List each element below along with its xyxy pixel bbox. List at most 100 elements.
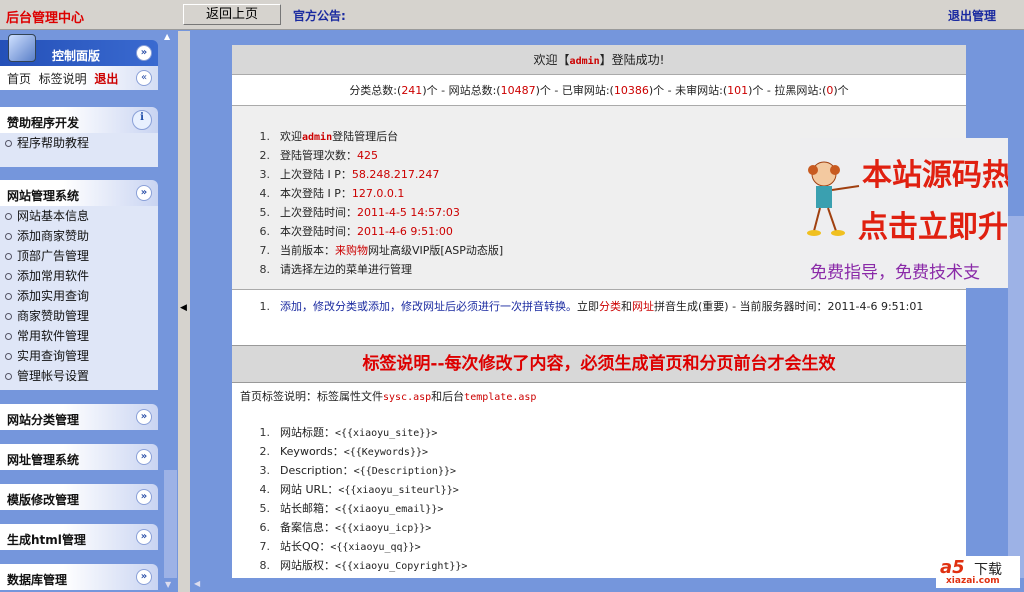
panel-control-header[interactable]: 控制面版 »: [0, 34, 158, 66]
item-number: 1.: [259, 300, 271, 313]
panel-title: 数据库管理: [7, 573, 68, 587]
category-pinyin-link[interactable]: 分类: [599, 300, 621, 313]
sidebar-item[interactable]: 网站基本信息: [0, 206, 158, 226]
scroll-down-arrow-icon[interactable]: ▼: [165, 580, 171, 589]
main-scroll-thumb[interactable]: [1008, 31, 1024, 216]
tag-item: 5. 站长邮箱：<{{xiaoyu_email}}>: [252, 499, 966, 518]
scroll-left-arrow-icon[interactable]: ◀: [194, 579, 200, 588]
main-content: 欢迎【admin】登陆成功! 分类总数:(241)个 - 网站总数:(10487…: [232, 45, 966, 578]
sidebar-scroll-thumb[interactable]: [164, 470, 177, 578]
info-icon: i: [132, 110, 152, 130]
info-label: 当前版本：: [280, 244, 335, 257]
panel-sponsor-header[interactable]: 赞助程序开发 i: [0, 107, 158, 133]
computer-icon: [8, 34, 36, 62]
tag-code: <{{Keywords}}>: [343, 447, 429, 458]
panel-url-header[interactable]: 网址管理系统 »: [0, 444, 158, 470]
panel-category-header[interactable]: 网站分类管理 »: [0, 404, 158, 430]
panel-title: 模版修改管理: [7, 493, 80, 507]
back-button[interactable]: 返回上页: [183, 4, 281, 25]
notice-label: 官方公告:: [293, 9, 346, 23]
panel-title: 网址管理系统: [7, 453, 80, 467]
sidebar-item-help[interactable]: 程序帮助教程: [0, 133, 158, 153]
chevron-down-icon[interactable]: »: [136, 449, 152, 465]
scroll-up-arrow-icon[interactable]: ▲: [164, 32, 170, 41]
stat-value: 101: [727, 84, 749, 97]
tag-label: 备案信息：: [280, 521, 335, 534]
item-number: 3.: [259, 464, 271, 477]
item-number: 1.: [259, 130, 271, 143]
tag-code: <{{xiaoyu_siteurl}}>: [338, 485, 459, 496]
info-label: 上次登陆时间：: [280, 206, 357, 219]
chevron-left-icon[interactable]: «: [136, 70, 152, 86]
item-number: 8.: [259, 559, 271, 572]
url-pinyin-link[interactable]: 网址: [632, 300, 654, 313]
sidebar-item[interactable]: 添加实用查询: [0, 286, 158, 306]
tag-item: 8. 网站版权：<{{xiaoyu_Copyright}}>: [252, 556, 966, 575]
link-exit[interactable]: 退出: [94, 72, 118, 86]
ad-banner[interactable]: 本站源码热 点击立即升 免费指导，免费技术支: [800, 138, 1008, 288]
tip-text: 立即: [577, 300, 599, 313]
stat-label: 拉黑网站:(: [774, 84, 827, 97]
logout-link[interactable]: 退出管理: [948, 7, 996, 24]
info-label: 请选择左边的菜单进行管理: [280, 263, 412, 276]
sidebar-item[interactable]: 添加常用软件: [0, 266, 158, 286]
stat-suffix: )个 -: [748, 84, 775, 97]
tag-item: 2. Keywords：<{{Keywords}}>: [252, 442, 966, 461]
sidebar-item[interactable]: 添加商家赞助: [0, 226, 158, 246]
info-label: 登陆管理次数：: [280, 149, 357, 162]
tag-item: 7. 站长QQ：<{{xiaoyu_qq}}>: [252, 537, 966, 556]
cartoon-girl-icon: [807, 161, 860, 236]
chevron-down-icon[interactable]: »: [136, 489, 152, 505]
info-tail: 网址高级VIP版[ASP动态版]: [368, 244, 504, 257]
chevron-down-icon[interactable]: »: [136, 409, 152, 425]
info-value: admin: [302, 132, 333, 143]
chevron-down-icon[interactable]: »: [136, 45, 152, 61]
tag-label: 站长QQ：: [280, 540, 331, 553]
sidebar-toggle-splitter[interactable]: ◀: [178, 31, 190, 592]
tag-code: <{{xiaoyu_Copyright}}>: [335, 561, 468, 572]
panel-control-body: 首页 标签说明 退出 «: [0, 66, 158, 90]
sidebar-item[interactable]: 顶部广告管理: [0, 246, 158, 266]
panel-template-header[interactable]: 模版修改管理 »: [0, 484, 158, 510]
file-name: sysc.asp: [383, 392, 432, 403]
tag-code: <{{xiaoyu_qq}}>: [330, 542, 421, 553]
item-number: 7.: [259, 540, 271, 553]
stat-label: 分类总数:(: [349, 84, 402, 97]
panel-title: 生成html管理: [7, 533, 86, 547]
info-label: 欢迎: [280, 130, 302, 143]
panel-title: 控制面版: [52, 49, 101, 63]
item-number: 7.: [259, 244, 271, 257]
welcome-header: 欢迎【admin】登陆成功!: [232, 45, 966, 75]
chevron-down-icon[interactable]: »: [136, 529, 152, 545]
panel-html-header[interactable]: 生成html管理 »: [0, 524, 158, 550]
stat-value: 10487: [500, 84, 536, 97]
stat-label: 未审网站:(: [675, 84, 728, 97]
panel-db-header[interactable]: 数据库管理 »: [0, 564, 158, 590]
horizontal-scrollbar[interactable]: ◀: [190, 578, 1008, 592]
info-value: 425: [357, 149, 378, 162]
link-tags[interactable]: 标签说明: [39, 72, 87, 86]
sidebar-item[interactable]: 实用查询管理: [0, 346, 158, 366]
sidebar-item[interactable]: 管理帐号设置: [0, 366, 158, 386]
file-name: template.asp: [464, 392, 537, 403]
tag-label: 站长邮箱：: [280, 502, 335, 515]
chevron-down-icon[interactable]: »: [136, 185, 152, 201]
ad-line-1: 本站源码热: [862, 158, 1008, 193]
tag-label: 网站版权：: [280, 559, 335, 572]
item-number: 2.: [259, 445, 271, 458]
sidebar-item[interactable]: 商家赞助管理: [0, 306, 158, 326]
tag-item: 6. 备案信息：<{{xiaoyu_icp}}>: [252, 518, 966, 537]
link-home[interactable]: 首页: [7, 72, 31, 86]
tag-item: 1. 网站标题：<{{xiaoyu_site}}>: [252, 423, 966, 442]
ad-line-3: 免费指导，免费技术支: [810, 263, 980, 283]
info-label: 本次登陆 I P：: [280, 187, 352, 200]
item-number: 3.: [259, 168, 271, 181]
tip-text: 添加，修改分类或添加，修改网址后必须进行一次拼音转换。: [280, 300, 577, 313]
tag-label: 网站 URL：: [280, 483, 339, 496]
sidebar-item[interactable]: 常用软件管理: [0, 326, 158, 346]
info-value: 58.248.217.247: [351, 168, 440, 181]
arrow-left-icon[interactable]: ◀: [180, 303, 187, 313]
chevron-down-icon[interactable]: »: [136, 569, 152, 585]
sidebar: 控制面版 » 首页 标签说明 退出 « 赞助程序开发 i 程序帮助教程 网站管理…: [0, 31, 162, 592]
panel-site-header[interactable]: 网站管理系统 »: [0, 180, 158, 206]
